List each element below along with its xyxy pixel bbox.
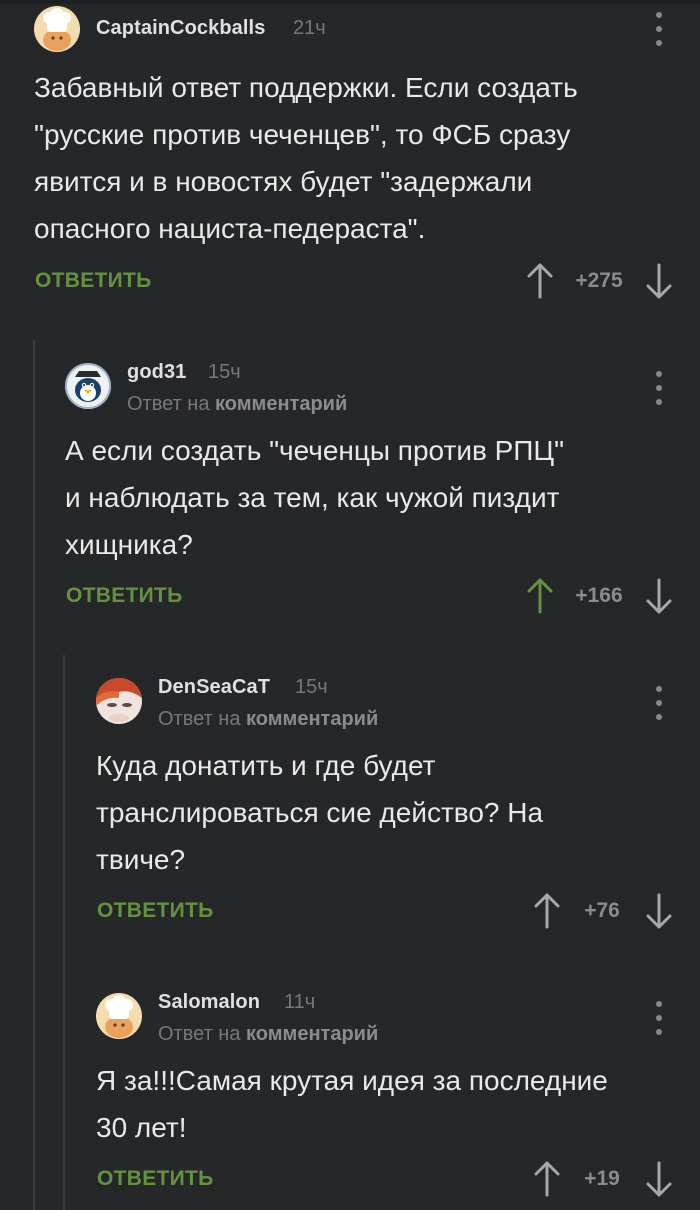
comment-rating: +19 [584,1167,620,1190]
comment-text: Забавный ответ поддержки. Если создать "… [34,64,578,252]
reply-to-target[interactable]: комментарий [246,708,378,730]
comment-text-line: А если создать "чеченцы против РПЦ" [65,435,565,466]
reply-to-target[interactable]: комментарий [246,1023,378,1045]
comment-time: 21ч [293,17,326,39]
downvote-arrow-icon[interactable] [645,893,673,929]
comment-text-line: Забавный ответ поддержки. Если создать [34,72,578,103]
comments-thread: CaptainCockballs 21ч Забавный ответ подд… [0,0,700,1210]
comment-time: 11ч [284,991,316,1013]
downvote-arrow-icon[interactable] [645,263,673,299]
more-options-icon[interactable] [654,1001,664,1035]
reply-to-target[interactable]: комментарий [215,393,347,415]
upvote-arrow-icon[interactable] [526,263,554,299]
reply-button[interactable]: ОТВЕТИТЬ [66,584,183,608]
comment-time: 15ч [295,676,328,698]
reply-to-prefix: Ответ на [158,1023,241,1045]
reply-to-prefix: Ответ на [127,393,210,415]
reply-button[interactable]: ОТВЕТИТЬ [97,1167,214,1191]
upvote-arrow-icon[interactable] [533,893,561,929]
comment-text: А если создать "чеченцы против РПЦ" и на… [65,427,564,568]
upvote-arrow-icon[interactable] [533,1161,561,1197]
comment-author[interactable]: CaptainCockballs [96,17,265,40]
thread-line-level-2 [63,655,65,1210]
more-options-icon[interactable] [654,686,664,720]
reply-to-link[interactable]: Ответ на комментарий [127,393,347,416]
downvote-arrow-icon[interactable] [645,578,673,614]
reply-button[interactable]: ОТВЕТИТЬ [35,269,152,293]
cook-hat-avatar-icon[interactable] [96,993,142,1039]
redhead-avatar-icon[interactable] [96,678,142,724]
more-options-icon[interactable] [654,371,664,405]
comment-text: Куда донатить и где будет транслироватьс… [96,742,543,883]
status-bar-edge [0,0,700,4]
comment-rating: +166 [575,584,623,607]
more-options-icon[interactable] [654,12,664,46]
reply-button[interactable]: ОТВЕТИТЬ [97,899,214,923]
comment-rating: +76 [584,899,620,922]
reply-to-link[interactable]: Ответ на комментарий [158,1023,378,1046]
comment-text-line: Куда донатить и где будет [96,750,436,781]
comment-rating: +275 [575,269,623,292]
comment-text-line: явится и в новостях будет "задержали [34,166,533,197]
comment-text-line: транслироваться сие действо? На [96,797,544,828]
downvote-arrow-icon[interactable] [645,1161,673,1197]
comment-author[interactable]: god31 [127,361,186,384]
comment-author[interactable]: DenSeaCaT [158,676,270,699]
penguin-avatar-icon[interactable] [65,363,111,409]
comment-text: Я за!!!Самая крутая идея за последние 30… [96,1057,608,1151]
comment-text-line: опасного нациста-педераста". [34,213,426,244]
comment-text-line: 30 лет! [96,1112,187,1143]
reply-to-link[interactable]: Ответ на комментарий [158,708,378,731]
cook-hat-avatar-icon[interactable] [34,6,80,52]
comment-time: 15ч [208,361,241,383]
reply-to-prefix: Ответ на [158,708,241,730]
comment-text-line: твиче? [96,844,186,875]
comment-author[interactable]: Salomalon [158,991,260,1014]
comment-text-line: "русские против чеченцев", то ФСБ сразу [34,119,571,150]
upvote-arrow-icon[interactable] [526,578,554,614]
comment-text-line: хищника? [65,529,193,560]
comment-text-line: и наблюдать за тем, как чужой пиздит [65,482,560,513]
thread-line-level-1 [33,340,35,1210]
comment-text-line: Я за!!!Самая крутая идея за последние [96,1065,608,1096]
